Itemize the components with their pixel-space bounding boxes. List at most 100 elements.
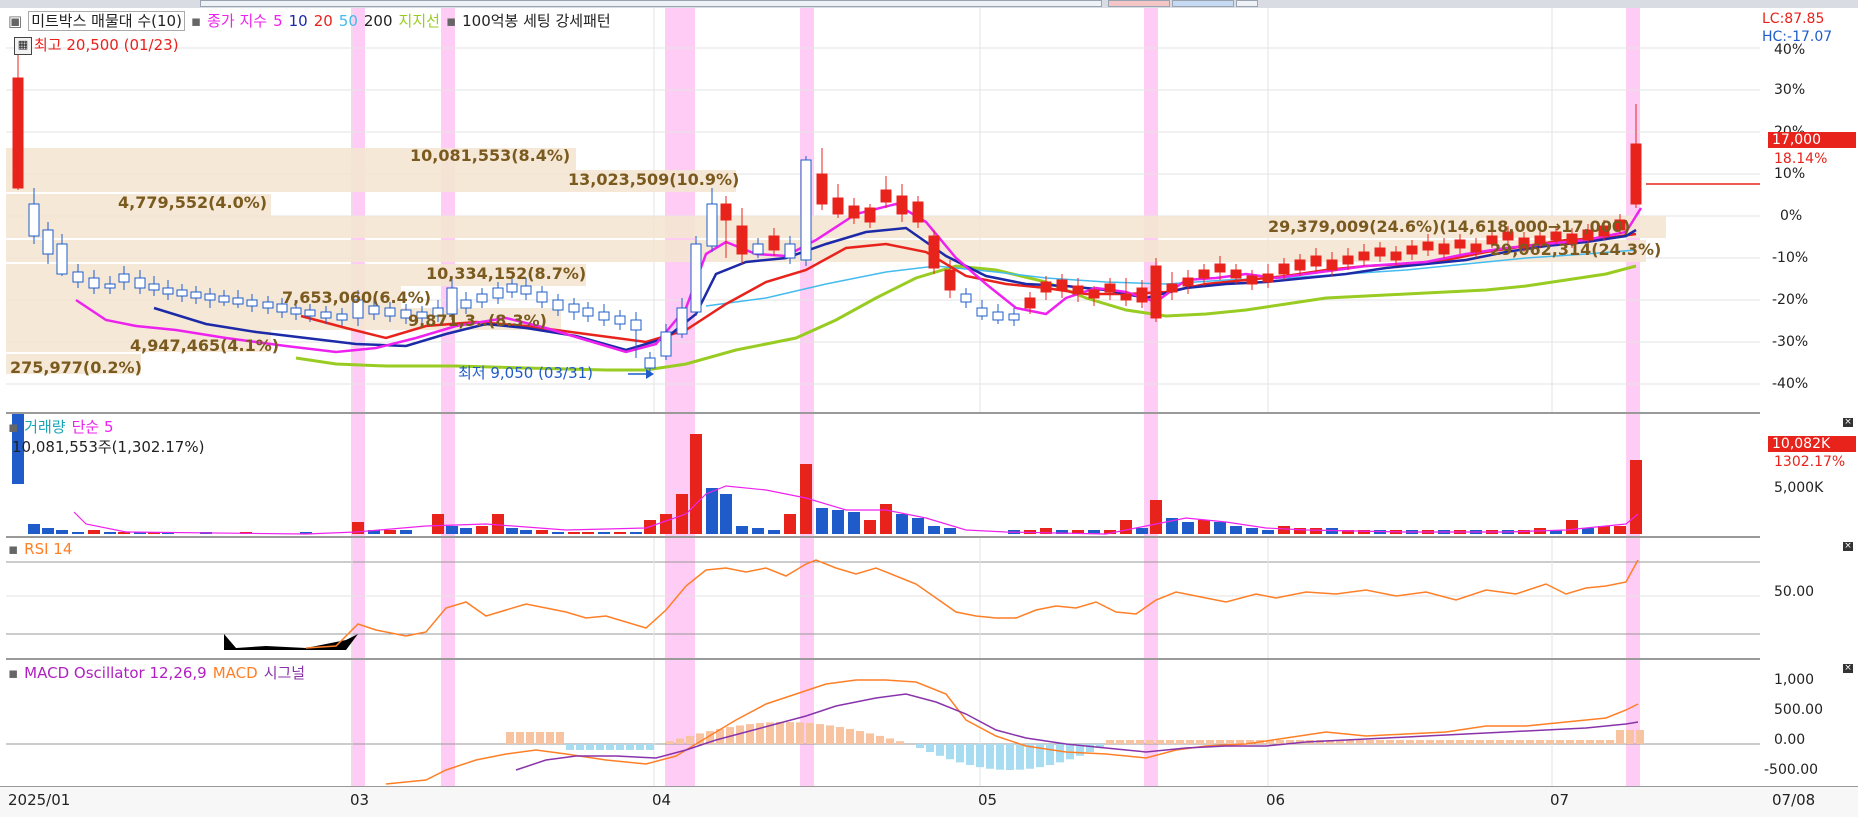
- candle-body: [520, 285, 532, 295]
- legend-ma200[interactable]: 200: [364, 12, 393, 30]
- volume-bar: [706, 488, 718, 534]
- volume-bars: [12, 414, 1642, 534]
- toolbar-strip: [200, 0, 1102, 7]
- legend-ma20[interactable]: 20: [314, 12, 333, 30]
- legend-ma50[interactable]: 50: [339, 12, 358, 30]
- rsi-close-icon[interactable]: ×: [1843, 542, 1853, 551]
- candle-body: [944, 269, 956, 291]
- volume-bar: [432, 514, 444, 534]
- candle-body: [1230, 269, 1242, 279]
- volume-bar: [912, 518, 924, 534]
- volume-legend: ▪ 거래량 단순 5: [8, 416, 120, 437]
- toolbar-tab-red[interactable]: [1108, 0, 1170, 7]
- candle-body: [1072, 285, 1084, 295]
- low-price-label: 최저 9,050 (03/31): [458, 364, 594, 382]
- volume-ma-label[interactable]: 단순 5: [72, 418, 114, 436]
- macd-hist-bar: [1196, 740, 1204, 744]
- candle-body: [752, 243, 764, 255]
- highlight-col: [441, 8, 455, 412]
- macd-hist-bar: [676, 738, 684, 744]
- rsi-panel[interactable]: [6, 538, 1760, 658]
- macd-hist-bar: [1106, 740, 1114, 744]
- candle-body: [12, 77, 24, 189]
- candle-body: [960, 293, 972, 303]
- volume-bar: [446, 526, 458, 534]
- macd-hist-bar: [1566, 740, 1574, 744]
- candle-body: [720, 203, 732, 221]
- macd-label[interactable]: MACD: [213, 664, 258, 682]
- macd-hist-bar: [916, 744, 924, 749]
- rsi-legend: ▪ RSI 14: [8, 540, 78, 558]
- volume-profile-label: 10,081,553(8.4%): [410, 146, 571, 165]
- candle-body: [928, 235, 940, 269]
- macd-hist-bar: [996, 744, 1004, 770]
- legend-square-icon: ▪: [8, 664, 19, 682]
- volume-badge: 10,082K: [1768, 436, 1856, 452]
- legend-pattern[interactable]: 100억봉 세팅 강세패턴: [462, 12, 611, 30]
- candle-body: [304, 309, 316, 317]
- macd-hist-bar: [586, 744, 594, 750]
- candle-body: [912, 201, 924, 223]
- legend-ma10[interactable]: 10: [289, 12, 308, 30]
- legend-title[interactable]: 미트박스 매물대 수(10): [28, 11, 185, 31]
- macd-title[interactable]: MACD Oscillator 12,26,9: [24, 664, 207, 682]
- toolbar-tab-blue[interactable]: [1172, 0, 1234, 7]
- macd-hist-bar: [1406, 740, 1414, 744]
- candle-body: [816, 173, 828, 205]
- rsi-title[interactable]: RSI 14: [24, 540, 72, 558]
- volume-bar: [582, 532, 594, 534]
- macd-hist-bar: [1216, 740, 1224, 744]
- candle-body: [1104, 283, 1116, 293]
- candle-body: [218, 295, 230, 303]
- volume-bar: [400, 530, 412, 534]
- highlight-col: [1626, 8, 1640, 412]
- macd-tick: 500.00: [1774, 702, 1823, 718]
- volume-bar: [28, 524, 40, 534]
- signal-label[interactable]: 시그널: [264, 664, 305, 682]
- legend-ma5[interactable]: 5: [273, 12, 283, 30]
- macd-hist-bar: [1506, 740, 1514, 744]
- macd-hist-bar: [546, 732, 554, 744]
- volume-bar: [896, 514, 908, 534]
- candle-body: [1136, 287, 1148, 303]
- volume-bar: [1246, 528, 1258, 534]
- macd-hist-bar: [1516, 740, 1524, 744]
- candle-body: [1262, 273, 1274, 283]
- volume-bar: [1310, 528, 1322, 534]
- macd-close-icon[interactable]: ×: [1843, 664, 1853, 673]
- rsi-right-scale: 50.00: [1762, 538, 1858, 658]
- macd-hist-bar: [506, 732, 514, 744]
- volume-title[interactable]: 거래량: [24, 418, 65, 436]
- volume-profile-label: 275,977(0.2%): [10, 358, 142, 377]
- calendar-icon[interactable]: ▦: [14, 37, 32, 55]
- candle-body: [660, 331, 672, 357]
- volume-panel[interactable]: [6, 414, 1760, 536]
- rsi-chart[interactable]: [6, 538, 1760, 658]
- volume-chart[interactable]: [6, 414, 1760, 536]
- macd-legend: ▪ MACD Oscillator 12,26,9 MACD 시그널: [8, 662, 311, 683]
- legend-support[interactable]: 지지선: [399, 12, 440, 30]
- toolbar-tab-small[interactable]: [1236, 0, 1258, 7]
- y-tick: 10%: [1774, 166, 1806, 182]
- macd-hist-bar: [1006, 744, 1014, 770]
- macd-hist-bar: [756, 723, 764, 744]
- macd-hist-bar: [1416, 740, 1424, 744]
- candle-body: [736, 225, 748, 255]
- legend-close-index[interactable]: 종가 지수: [207, 12, 267, 30]
- volume-bar: [72, 532, 84, 534]
- macd-hist-bar: [1466, 740, 1474, 744]
- volume-close-icon[interactable]: ×: [1843, 418, 1853, 427]
- lc-label: LC:87.85: [1762, 11, 1825, 27]
- macd-hist-bar: [1186, 740, 1194, 744]
- candle-body: [162, 287, 174, 295]
- x-tick: 03: [350, 791, 370, 809]
- candle-body: [784, 243, 796, 259]
- volume-bar: [42, 528, 54, 534]
- candle-body: [598, 311, 610, 321]
- volume-bar: [568, 532, 580, 534]
- volume-bar: [880, 504, 892, 534]
- macd-hist-bar: [1016, 744, 1024, 770]
- legend-square-icon: ▪: [190, 12, 202, 30]
- macd-hist-bar: [1606, 740, 1614, 744]
- macd-hist-bar: [866, 733, 874, 744]
